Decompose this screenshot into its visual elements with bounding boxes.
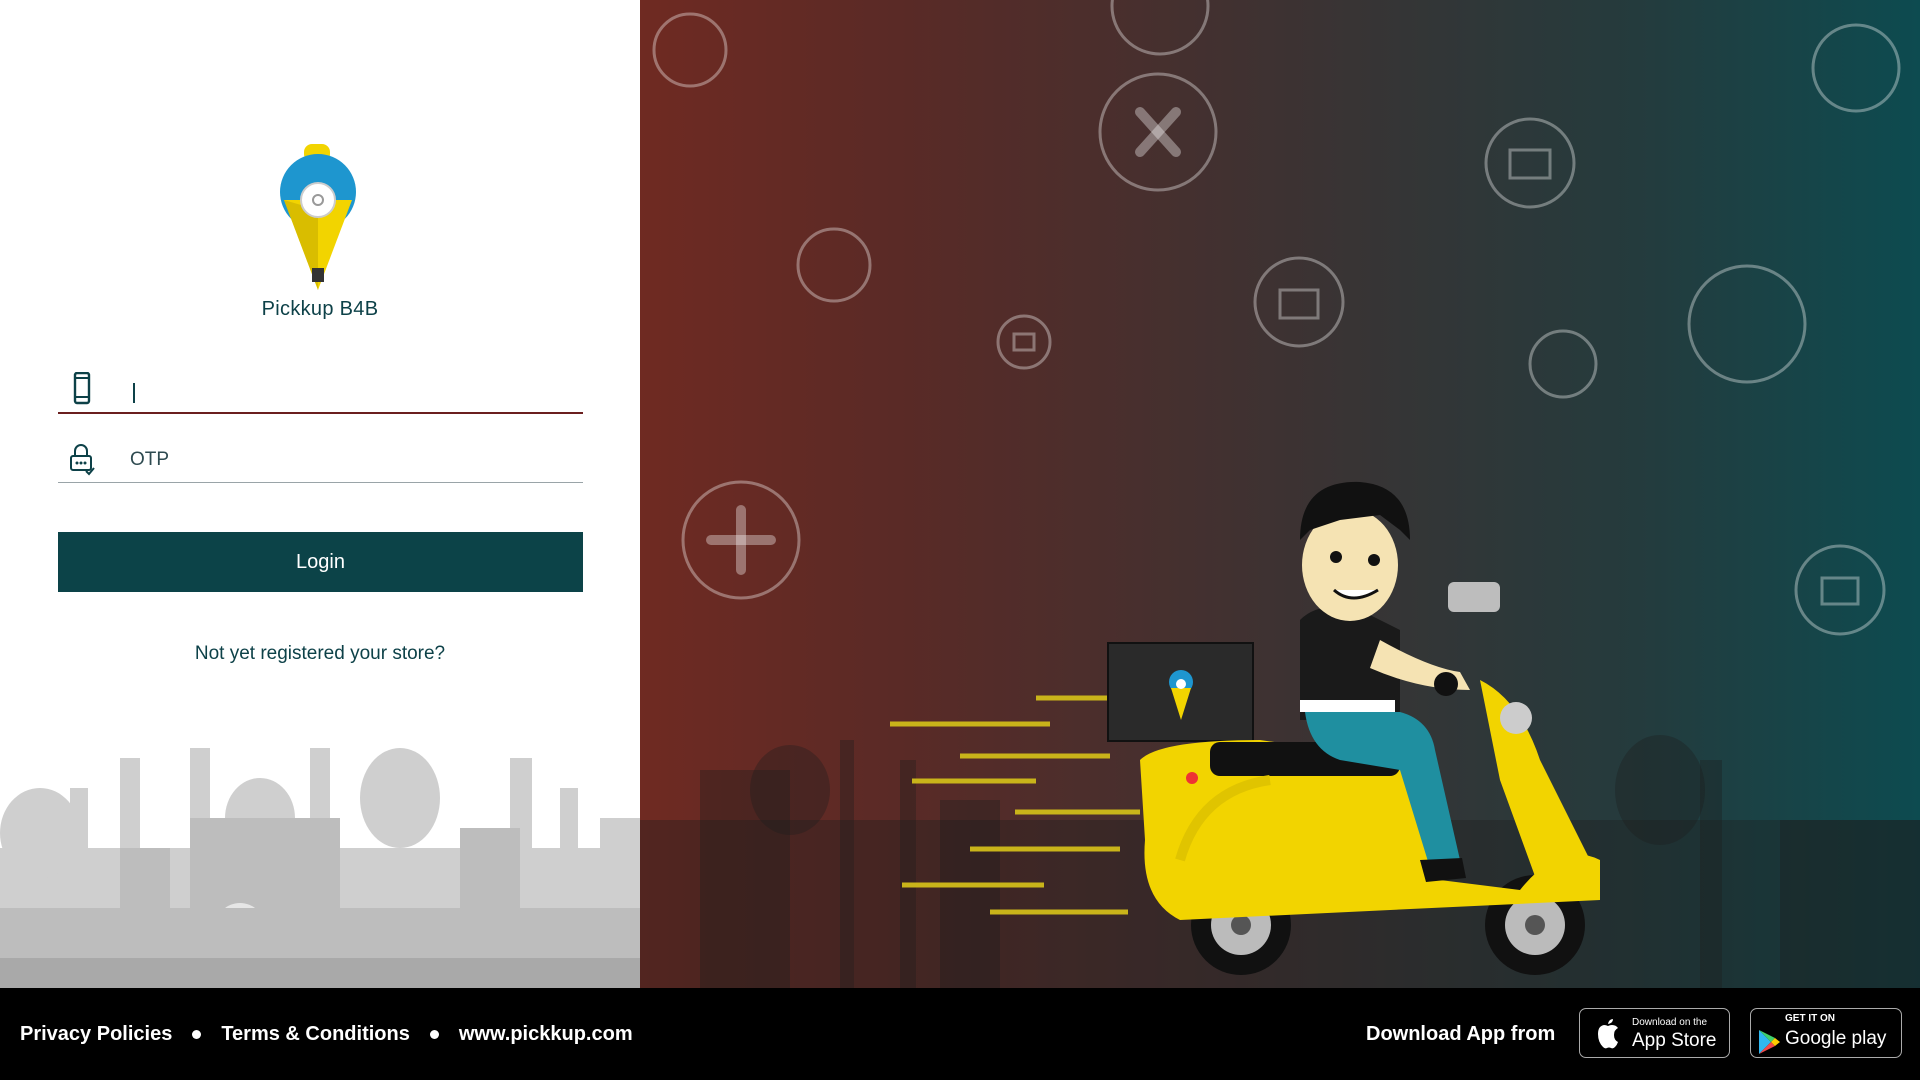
- leaf-circle-icon: [1528, 329, 1598, 399]
- google-play-small-text: GET IT ON: [1785, 1013, 1835, 1024]
- leaf-circle-icon: [1687, 264, 1807, 384]
- store-circle-icon: [996, 314, 1052, 370]
- phone-input[interactable]: [128, 374, 572, 406]
- privacy-policies-link[interactable]: Privacy Policies: [20, 1023, 172, 1046]
- download-app-text: Download App from: [1366, 1023, 1556, 1045]
- store-circle-icon: [1253, 256, 1345, 348]
- pickkup-logo: [280, 144, 356, 290]
- city-skyline-left: [0, 748, 640, 988]
- app-store-button[interactable]: Download on the App Store: [1579, 1008, 1730, 1058]
- store-circle-icon: [1794, 544, 1886, 636]
- otp-input[interactable]: [128, 444, 572, 476]
- delivery-box: [1107, 642, 1254, 742]
- leaf-circle-icon: [652, 12, 728, 88]
- register-store-link[interactable]: Not yet registered your store?: [0, 643, 640, 665]
- handshake-circle-icon: [1811, 23, 1901, 113]
- leaf-circle-icon: [1110, 0, 1210, 56]
- google-play-icon: [1759, 1030, 1780, 1054]
- google-play-button[interactable]: GET IT ON Google play: [1750, 1008, 1902, 1058]
- google-play-big-text: Google play: [1785, 1028, 1887, 1049]
- website-link[interactable]: www.pickkup.com: [459, 1023, 633, 1046]
- app-store-big-text: App Store: [1632, 1030, 1717, 1051]
- separator-dot: [429, 1029, 439, 1039]
- footer-links: Privacy Policies Terms & Conditions www.…: [20, 988, 633, 1080]
- hero-illustration: [640, 0, 1920, 988]
- terms-conditions-link[interactable]: Terms & Conditions: [221, 1023, 410, 1046]
- phone-field: [58, 366, 583, 414]
- apple-icon: [1598, 1019, 1618, 1049]
- store-circle-icon: [1484, 117, 1576, 209]
- otp-field: [58, 436, 583, 483]
- otp-lock-icon: [70, 444, 95, 476]
- login-button[interactable]: Login: [58, 532, 583, 592]
- login-panel: Pickkup B4B Login Not yet registered you…: [0, 0, 640, 988]
- app-store-small-text: Download on the: [1632, 1017, 1708, 1028]
- mobile-phone-icon: [73, 372, 91, 405]
- brand-name: Pickkup B4B: [261, 298, 379, 320]
- separator-dot: [192, 1029, 202, 1039]
- handshake-circle-icon: [796, 227, 872, 303]
- hero-scene: [640, 0, 1920, 988]
- text-cursor: [133, 383, 135, 403]
